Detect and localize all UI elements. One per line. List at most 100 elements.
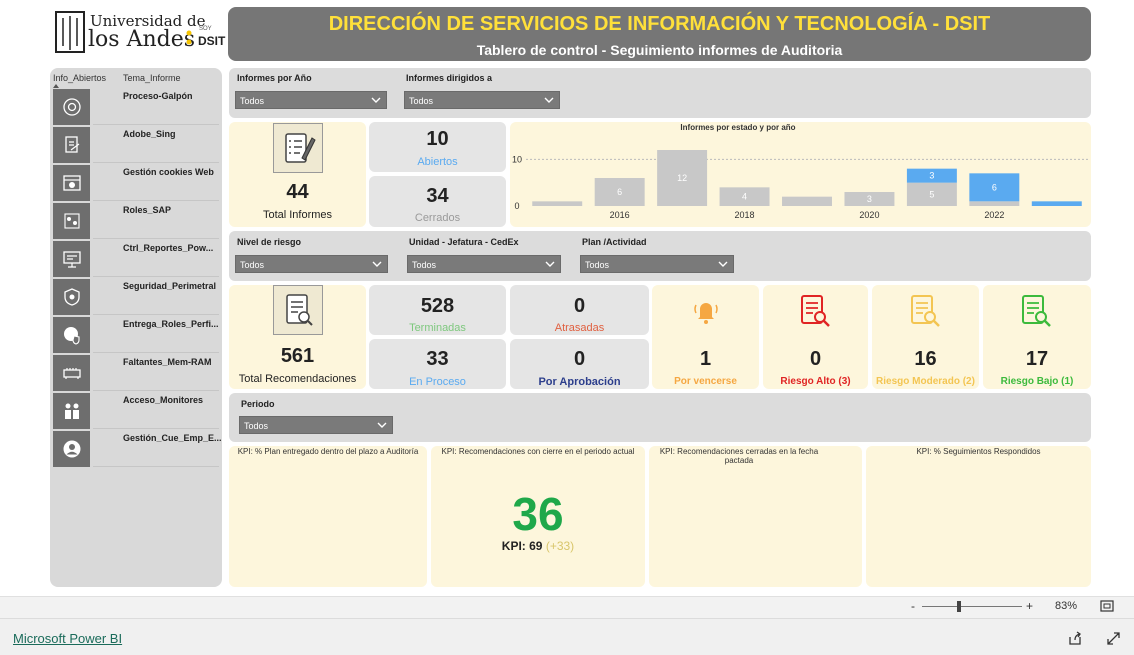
sidebar-col-info-abiertos[interactable]: Info_Abiertos bbox=[53, 73, 106, 83]
kpi-cierre-goal: KPI: 69 bbox=[501, 539, 543, 553]
chart-x-tick-label: 2022 bbox=[984, 210, 1004, 220]
por-vencerse-value: 1 bbox=[699, 348, 712, 370]
network-roles-icon[interactable] bbox=[53, 203, 90, 240]
filter-unidad-value: Todos bbox=[412, 260, 437, 270]
fullscreen-icon[interactable] bbox=[1106, 631, 1121, 646]
sidebar-divider bbox=[93, 238, 219, 239]
security-shield-icon[interactable] bbox=[53, 279, 90, 316]
riesgo-alto-label: Riesgo Alto (3) bbox=[780, 376, 851, 387]
zoom-slider[interactable] bbox=[922, 601, 1022, 612]
por-vencerse-label: Por vencerse bbox=[674, 376, 737, 387]
filter-unidad-dropdown[interactable]: Todos bbox=[407, 255, 561, 273]
sidebar-divider bbox=[93, 276, 219, 277]
riesgo-alto-value: 0 bbox=[809, 348, 822, 370]
abiertos-value: 10 bbox=[426, 128, 449, 150]
abiertos-label: Abiertos bbox=[417, 156, 458, 168]
filter-riesgo-dropdown[interactable]: Todos bbox=[235, 255, 388, 273]
page-title: DIRECCIÓN DE SERVICIOS DE INFORMACIÓN Y … bbox=[328, 13, 991, 35]
sidebar-item[interactable]: Ctrl_Reportes_Pow... bbox=[53, 241, 219, 279]
logo-line2: los Andes bbox=[88, 27, 196, 52]
filter-plan-dropdown[interactable]: Todos bbox=[580, 255, 734, 273]
informes-bar-chart[interactable]: 10 0 6 12 4 3 5 3 6 2016 2018 2020 2022 bbox=[510, 132, 1091, 227]
sidebar-item[interactable]: Gestión_Cue_Emp_E... bbox=[53, 431, 222, 469]
riesgo-bajo-value: 17 bbox=[1025, 348, 1049, 370]
report-monitor-icon[interactable] bbox=[53, 241, 90, 278]
doc-search-icon bbox=[273, 285, 323, 335]
terminadas-label: Terminadas bbox=[409, 322, 466, 334]
sidebar-divider bbox=[93, 162, 219, 163]
power-bi-link[interactable]: Microsoft Power BI bbox=[13, 631, 122, 646]
sidebar-item[interactable]: Adobe_Sing bbox=[53, 127, 219, 165]
report-pen-icon bbox=[273, 123, 323, 173]
ram-memory-icon[interactable] bbox=[53, 355, 90, 392]
chevron-down-icon bbox=[544, 97, 554, 103]
gear-circle-icon[interactable] bbox=[53, 89, 90, 126]
sidebar-item-label: Acceso_Monitores bbox=[123, 395, 204, 405]
filter-target-label: Informes dirigidos a bbox=[406, 73, 493, 83]
kpi-plan-title: KPI: % Plan entregado dentro del plazo a… bbox=[237, 447, 419, 456]
fit-to-page-icon[interactable] bbox=[1100, 600, 1114, 612]
por-aprobacion-value: 0 bbox=[573, 348, 586, 370]
total-informes-value: 44 bbox=[286, 181, 309, 203]
kpi-plan-card bbox=[229, 446, 427, 587]
filter-target-dropdown[interactable]: Todos bbox=[404, 91, 560, 109]
kpi-fecha-pactada-card bbox=[649, 446, 862, 587]
en-proceso-value: 33 bbox=[426, 348, 449, 370]
sidebar-item-label: Roles_SAP bbox=[123, 205, 172, 215]
zoom-level: 83% bbox=[1055, 600, 1078, 612]
chart-y-tick-label: 0 bbox=[514, 201, 519, 211]
footer-bar bbox=[0, 618, 1134, 655]
logo-dsit: DSIT bbox=[198, 34, 226, 48]
document-sign-icon[interactable] bbox=[53, 127, 90, 164]
total-recomendaciones-label: Total Recomendaciones bbox=[238, 373, 357, 385]
cerrados-value: 34 bbox=[426, 185, 449, 207]
web-cookie-icon[interactable] bbox=[53, 165, 90, 202]
sidebar-item[interactable]: Seguridad_Perimetral bbox=[53, 279, 219, 317]
filter-periodo-dropdown[interactable]: Todos bbox=[239, 416, 393, 434]
sidebar-item[interactable]: Acceso_Monitores bbox=[53, 393, 219, 431]
people-access-icon[interactable] bbox=[53, 393, 90, 430]
chart-data-label: 6 bbox=[617, 187, 622, 197]
page-subtitle: Tablero de control - Seguimiento informe… bbox=[476, 42, 843, 58]
andes-crest-icon bbox=[55, 11, 85, 53]
kpi-seguimientos-card bbox=[866, 446, 1091, 587]
zoom-slider-thumb[interactable] bbox=[957, 601, 961, 612]
kpi-cierre-value: 36 bbox=[512, 488, 564, 540]
chart-data-label: 6 bbox=[992, 182, 997, 192]
filter-plan-label: Plan /Actividad bbox=[582, 237, 647, 247]
riesgo-moderado-value: 16 bbox=[914, 348, 937, 370]
chart-data-label: 12 bbox=[677, 173, 687, 183]
sidebar-item-label: Adobe_Sing bbox=[123, 129, 176, 139]
terminadas-value: 528 bbox=[420, 295, 455, 317]
kpi-cierre-title: KPI: Recomendaciones con cierre en el pe… bbox=[441, 447, 635, 456]
doc-search-red-icon bbox=[801, 295, 830, 327]
kpi-cierre-delta: (+33) bbox=[545, 539, 575, 553]
sidebar-divider bbox=[93, 200, 219, 201]
chevron-down-icon bbox=[377, 422, 387, 428]
filter-year-dropdown[interactable]: Todos bbox=[235, 91, 387, 109]
en-proceso-label: En Proceso bbox=[409, 376, 466, 388]
logo-dots-icon bbox=[186, 30, 192, 45]
sidebar-divider bbox=[93, 428, 219, 429]
chart-data-label: 3 bbox=[929, 171, 934, 181]
total-informes-label: Total Informes bbox=[262, 209, 333, 221]
chart-data-label: 5 bbox=[929, 189, 934, 199]
kpi-seguimientos-title: KPI: % Seguimientos Respondidos bbox=[916, 447, 1041, 456]
share-icon[interactable] bbox=[1067, 630, 1083, 646]
user-shield-icon[interactable] bbox=[53, 317, 90, 354]
user-account-icon[interactable] bbox=[53, 431, 90, 468]
por-aprobacion-label: Por Aprobación bbox=[538, 376, 621, 388]
sidebar-item[interactable]: Gestión cookies Web bbox=[53, 165, 219, 203]
chart-bar-cerrados bbox=[969, 201, 1020, 206]
sidebar-item[interactable]: Proceso-Galpón bbox=[53, 89, 219, 127]
sidebar-item[interactable]: Entrega_Roles_Perfi... bbox=[53, 317, 219, 355]
sidebar-divider bbox=[93, 124, 219, 125]
riesgo-moderado-label: Riesgo Moderado (2) bbox=[876, 376, 975, 387]
riesgo-bajo-label: Riesgo Bajo (1) bbox=[1000, 376, 1074, 387]
sidebar-item-label: Proceso-Galpón bbox=[123, 91, 193, 101]
sidebar-item[interactable]: Faltantes_Mem-RAM bbox=[53, 355, 219, 393]
zoom-in-button[interactable]: + bbox=[1026, 599, 1033, 613]
sidebar-item[interactable]: Roles_SAP bbox=[53, 203, 219, 241]
sidebar-col-tema-informe[interactable]: Tema_Informe bbox=[123, 73, 181, 83]
zoom-out-button[interactable]: - bbox=[911, 599, 915, 613]
